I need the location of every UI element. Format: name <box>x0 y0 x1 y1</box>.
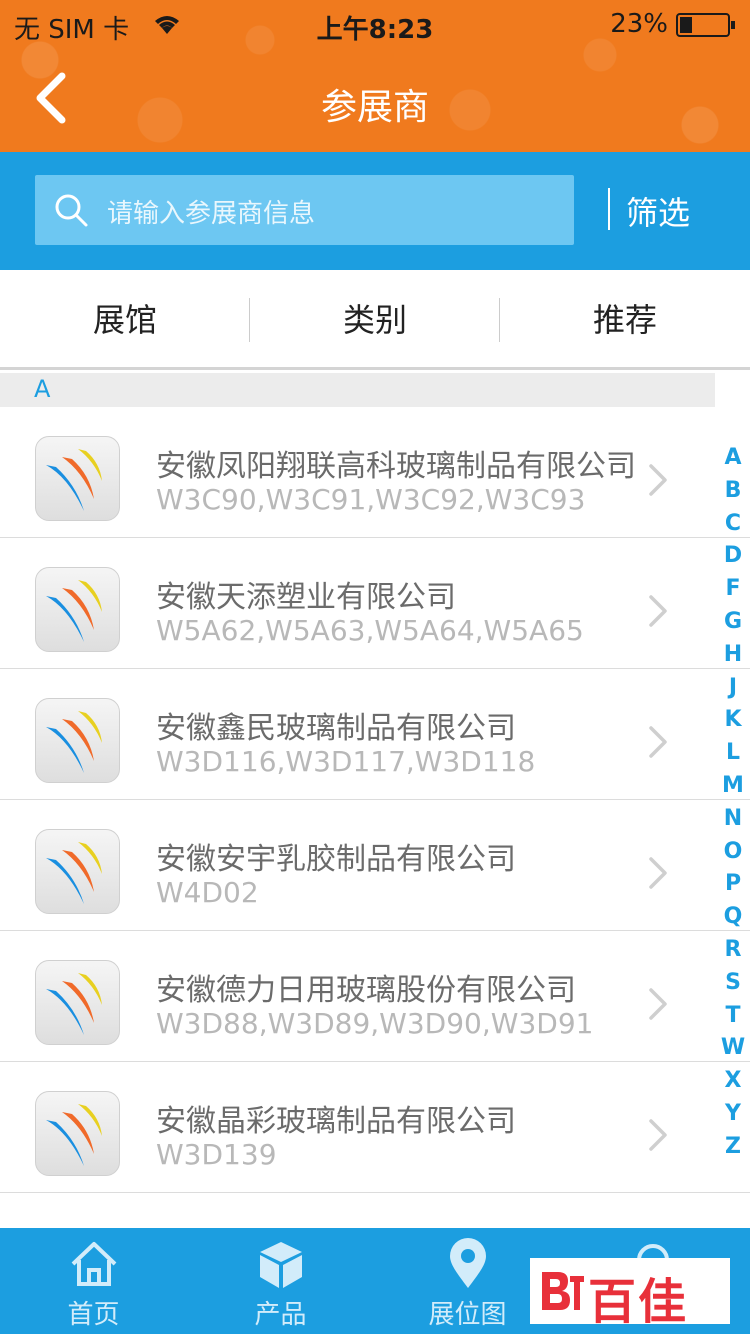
search-band: 请输入参展商信息 筛选 <box>0 152 750 270</box>
index-letter[interactable]: J <box>716 672 750 705</box>
index-letter[interactable]: A <box>716 442 750 475</box>
watermark-mark-icon <box>542 1272 584 1310</box>
exhibitor-logo <box>35 567 120 652</box>
exhibitor-booths: W3D139 <box>156 1138 277 1171</box>
chevron-right-icon <box>649 464 667 496</box>
tab-hall[interactable]: 展馆 <box>0 270 250 370</box>
index-letter[interactable]: C <box>716 508 750 541</box>
alphabet-index[interactable]: ABCDFGHJKLMNOPQRSTWXYZ <box>716 442 750 1164</box>
chevron-right-icon <box>649 988 667 1020</box>
chevron-right-icon <box>649 857 667 889</box>
map-pin-icon <box>450 1238 486 1288</box>
tab-recommended[interactable]: 推荐 <box>500 270 750 370</box>
index-letter[interactable]: F <box>716 573 750 606</box>
exhibitor-name: 安徽晶彩玻璃制品有限公司 <box>156 1104 516 1139</box>
index-letter[interactable]: L <box>716 737 750 770</box>
exhibitor-logo <box>35 960 120 1045</box>
list-item[interactable]: 安徽凤阳翔联高科玻璃制品有限公司 W3C90,W3C91,W3C92,W3C93 <box>0 407 750 538</box>
index-letter[interactable]: X <box>716 1065 750 1098</box>
exhibitor-name: 安徽天添塑业有限公司 <box>156 580 456 615</box>
filter-button[interactable]: 筛选 <box>626 188 690 234</box>
exhibition-logo-icon <box>46 973 102 1035</box>
chevron-right-icon <box>649 595 667 627</box>
index-letter[interactable]: O <box>716 836 750 869</box>
list-item[interactable]: 安徽鑫民玻璃制品有限公司 W3D116,W3D117,W3D118 <box>0 669 750 800</box>
exhibitor-name: 安徽凤阳翔联高科玻璃制品有限公司 <box>156 449 636 484</box>
index-letter[interactable]: S <box>716 967 750 1000</box>
bottom-tab-label: 产品 <box>254 1300 307 1330</box>
search-divider <box>608 188 610 230</box>
bottom-tab-label: 首页 <box>67 1300 120 1330</box>
section-letter: A <box>34 375 51 403</box>
bottom-tab-home[interactable]: 首页 <box>0 1228 187 1334</box>
index-letter[interactable]: R <box>716 934 750 967</box>
exhibitor-booths: W4D02 <box>156 876 259 909</box>
search-input[interactable]: 请输入参展商信息 <box>35 175 574 245</box>
search-placeholder: 请输入参展商信息 <box>107 199 316 229</box>
nav-header: 无 SIM 卡 上午8:23 23% 参展商 <box>0 0 750 152</box>
category-tabs: 展馆 类别 推荐 <box>0 270 750 370</box>
index-letter[interactable]: G <box>716 606 750 639</box>
chevron-right-icon <box>649 726 667 758</box>
index-letter[interactable]: W <box>716 1032 750 1065</box>
home-icon <box>71 1242 117 1286</box>
battery-percent: 23% <box>610 9 668 39</box>
list-item[interactable]: 安徽晶彩玻璃制品有限公司 W3D139 <box>0 1062 750 1193</box>
exhibition-logo-icon <box>46 1104 102 1166</box>
watermark-logo: 百佳 <box>530 1258 730 1330</box>
list-item[interactable]: 安徽安宇乳胶制品有限公司 W4D02 <box>0 800 750 931</box>
exhibition-logo-icon <box>46 580 102 642</box>
cube-icon <box>260 1242 302 1288</box>
exhibitor-list: 安徽凤阳翔联高科玻璃制品有限公司 W3C90,W3C91,W3C92,W3C93 安… <box>0 407 750 1193</box>
page-title: 参展商 <box>320 87 429 128</box>
search-icon <box>55 194 88 227</box>
index-letter[interactable]: T <box>716 1000 750 1033</box>
status-bar: 无 SIM 卡 上午8:23 23% <box>0 0 750 50</box>
battery-icon <box>676 13 735 37</box>
index-letter[interactable]: P <box>716 868 750 901</box>
index-letter[interactable]: B <box>716 475 750 508</box>
exhibitor-logo <box>35 829 120 914</box>
exhibitor-logo <box>35 436 120 521</box>
exhibitor-logo <box>35 1091 120 1176</box>
exhibitor-name: 安徽鑫民玻璃制品有限公司 <box>156 711 516 746</box>
list-item[interactable]: 安徽德力日用玻璃股份有限公司 W3D88,W3D89,W3D90,W3D91 <box>0 931 750 1062</box>
exhibition-logo-icon <box>46 449 102 511</box>
exhibitor-booths: W3C90,W3C91,W3C92,W3C93 <box>156 483 586 516</box>
index-letter[interactable]: D <box>716 540 750 573</box>
watermark-text: 百佳 <box>588 1274 689 1330</box>
chevron-right-icon <box>649 1119 667 1151</box>
index-letter[interactable]: H <box>716 639 750 672</box>
index-letter[interactable]: Q <box>716 901 750 934</box>
exhibition-logo-icon <box>46 842 102 904</box>
exhibitor-booths: W3D88,W3D89,W3D90,W3D91 <box>156 1007 594 1040</box>
bottom-tab-products[interactable]: 产品 <box>187 1228 374 1334</box>
index-letter[interactable]: N <box>716 803 750 836</box>
index-letter[interactable]: Y <box>716 1098 750 1131</box>
section-header: A <box>0 373 715 407</box>
tab-category[interactable]: 类别 <box>250 270 500 370</box>
exhibitor-booths: W3D116,W3D117,W3D118 <box>156 745 536 778</box>
index-letter[interactable]: Z <box>716 1131 750 1164</box>
index-letter[interactable]: M <box>716 770 750 803</box>
exhibitor-logo <box>35 698 120 783</box>
exhibitor-booths: W5A62,W5A63,W5A64,W5A65 <box>156 614 584 647</box>
list-item[interactable]: 安徽天添塑业有限公司 W5A62,W5A63,W5A64,W5A65 <box>0 538 750 669</box>
index-letter[interactable]: K <box>716 704 750 737</box>
exhibitor-name: 安徽德力日用玻璃股份有限公司 <box>156 973 576 1008</box>
exhibition-logo-icon <box>46 711 102 773</box>
exhibitor-name: 安徽安宇乳胶制品有限公司 <box>156 842 516 877</box>
